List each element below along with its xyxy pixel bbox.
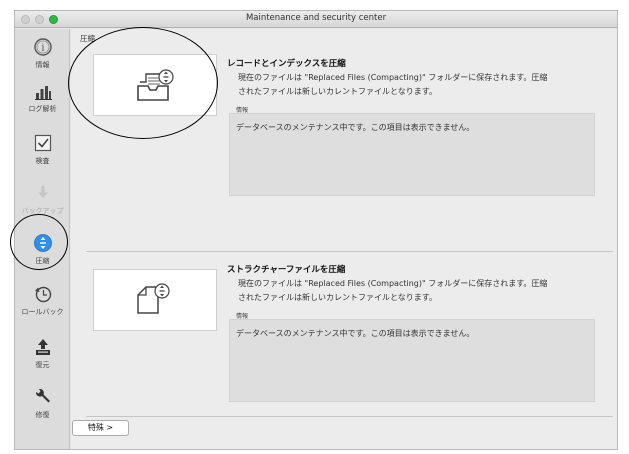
- title-bar: Maintenance and security center: [15, 11, 617, 28]
- sidebar-item-repair[interactable]: 修復: [15, 387, 70, 431]
- backup-arrow-icon: [38, 186, 48, 198]
- document-compress-icon: [137, 283, 170, 314]
- sidebar-item-rollback[interactable]: ロールバック: [15, 284, 70, 328]
- maintenance-window: Maintenance and security center i 情報 ログ解…: [14, 10, 618, 450]
- tray-compress-icon: [137, 69, 174, 101]
- compact-records-info-box: データベースのメンテナンス中です。この項目は表示できません。: [229, 113, 595, 196]
- window-title: Maintenance and security center: [245, 13, 387, 23]
- compact-structure-description: 現在のファイルは "Replaced Files (Compacting)" フ…: [238, 279, 548, 302]
- compact-records-icon-box[interactable]: [93, 54, 217, 116]
- sidebar-item-verify[interactable]: 検査: [15, 133, 70, 177]
- sidebar-item-label: 圧縮: [35, 257, 50, 265]
- divider: [86, 251, 613, 252]
- divider: [86, 416, 613, 417]
- sidebar-item-label: ログ解析: [28, 105, 57, 113]
- compact-records-description: 現在のファイルは "Replaced Files (Compacting)" フ…: [238, 73, 548, 96]
- info-icon: i: [34, 38, 52, 56]
- bar-chart-icon: [35, 86, 52, 100]
- sidebar-item-log-analysis[interactable]: ログ解析: [15, 81, 70, 125]
- repair-wrench-icon: [35, 388, 50, 403]
- check-icon: [34, 134, 52, 152]
- sidebar-item-backup[interactable]: バックアップ: [15, 183, 70, 227]
- sidebar-item-label: 修復: [35, 411, 50, 419]
- svg-text:i: i: [42, 44, 45, 54]
- special-button[interactable]: 特殊 >: [72, 420, 129, 436]
- sidebar-item-label: 復元: [35, 361, 50, 369]
- rollback-icon: [35, 286, 52, 303]
- sidebar: i 情報 ログ解析 検査 バックアップ 圧縮 ロールバック 復元 修復: [15, 29, 70, 449]
- sidebar-item-info[interactable]: i 情報: [15, 37, 70, 81]
- compact-structure-info-box: データベースのメンテナンス中です。この項目は表示できません。: [229, 319, 595, 402]
- compress-icon: [34, 234, 52, 252]
- main-panel: 圧縮 レコードとインデックスを圧縮 現在のファイルは "Replaced Fil…: [71, 29, 617, 449]
- compact-structure-icon-box[interactable]: [93, 269, 217, 331]
- sidebar-item-label: ロールバック: [21, 308, 64, 316]
- compact-records-title: レコードとインデックスを圧縮: [227, 59, 346, 69]
- section-title: 圧縮: [80, 34, 95, 43]
- sidebar-item-compact[interactable]: 圧縮: [15, 233, 70, 277]
- sidebar-item-restore[interactable]: 復元: [15, 337, 70, 381]
- compact-structure-title: ストラクチャーファイルを圧縮: [227, 265, 346, 275]
- restore-icon: [36, 339, 50, 355]
- sidebar-item-label: 検査: [35, 157, 50, 165]
- sidebar-item-label: 情報: [35, 61, 50, 69]
- sidebar-item-label: バックアップ: [21, 207, 64, 215]
